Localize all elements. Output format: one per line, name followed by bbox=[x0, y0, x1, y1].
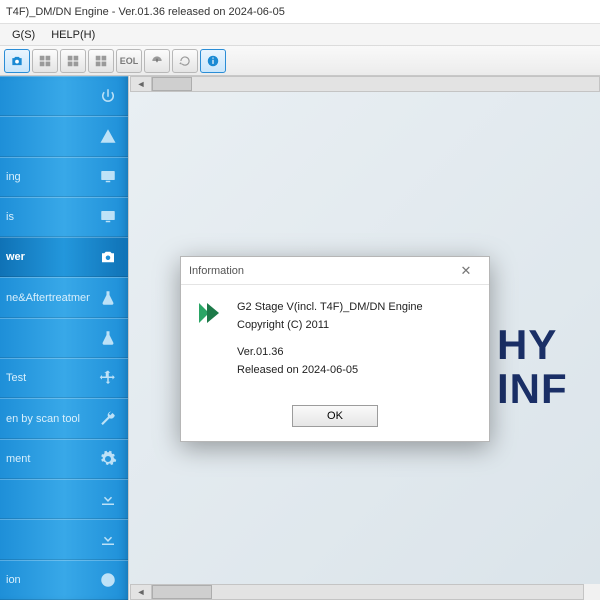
eol-label: EOL bbox=[120, 56, 139, 66]
ok-button[interactable]: OK bbox=[292, 405, 378, 427]
window-titlebar: T4F)_DM/DN Engine - Ver.01.36 released o… bbox=[0, 0, 600, 24]
dialog-copyright: Copyright (C) 2011 bbox=[237, 317, 423, 335]
flask-icon bbox=[98, 328, 118, 348]
menu-item-gs[interactable]: G(S) bbox=[4, 29, 43, 41]
sidebar-item-label: is bbox=[0, 211, 90, 223]
sidebar-item-0[interactable] bbox=[0, 76, 128, 116]
sidebar-item-11[interactable] bbox=[0, 519, 128, 559]
sidebar-item-12[interactable]: ion bbox=[0, 560, 128, 600]
dialog-titlebar[interactable]: Information ✕ bbox=[181, 257, 489, 285]
toolbar-gauge-button[interactable] bbox=[144, 49, 170, 73]
wrench-icon bbox=[98, 409, 118, 429]
dialog-released: Released on 2024-06-05 bbox=[237, 362, 423, 380]
gear-icon bbox=[98, 449, 118, 469]
scroll-left-arrow-icon[interactable]: ◄ bbox=[130, 584, 152, 600]
scroll-thumb[interactable] bbox=[152, 77, 192, 91]
cycle-icon bbox=[178, 54, 192, 68]
sidebar-item-label: wer bbox=[0, 251, 90, 263]
dialog-close-button[interactable]: ✕ bbox=[451, 261, 481, 281]
sidebar-item-1[interactable] bbox=[0, 116, 128, 156]
move-icon bbox=[98, 368, 118, 388]
toolbar-info-button[interactable] bbox=[200, 49, 226, 73]
sidebar-item-3[interactable]: is bbox=[0, 197, 128, 237]
app-logo-icon bbox=[195, 299, 223, 327]
sidebar-item-10[interactable] bbox=[0, 479, 128, 519]
flask-icon bbox=[98, 288, 118, 308]
grid-icon bbox=[94, 54, 108, 68]
toolbar-grid2-button[interactable] bbox=[60, 49, 86, 73]
scroll-thumb[interactable] bbox=[152, 585, 212, 599]
sidebar-item-label: ing bbox=[0, 171, 90, 183]
eol-icon bbox=[98, 570, 118, 590]
sidebar-item-label: ion bbox=[0, 574, 90, 586]
window-title: T4F)_DM/DN Engine - Ver.01.36 released o… bbox=[6, 6, 285, 18]
scroll-left-arrow-icon[interactable]: ◄ bbox=[130, 76, 152, 92]
information-dialog: Information ✕ G2 Stage V(incl. T4F)_DM/D… bbox=[180, 256, 490, 442]
camera-icon bbox=[98, 247, 118, 267]
sidebar-item-label: ne&Aftertreatment bbox=[0, 292, 90, 304]
menu-item-help[interactable]: HELP(H) bbox=[43, 29, 103, 41]
sidebar-item-label: Test bbox=[0, 372, 90, 384]
monitor-icon bbox=[98, 167, 118, 187]
camera-icon bbox=[10, 54, 24, 68]
toolbar-grid1-button[interactable] bbox=[32, 49, 58, 73]
toolbar-eol-button[interactable]: EOL bbox=[116, 49, 142, 73]
power-icon bbox=[98, 86, 118, 106]
sidebar: ing is wer ne&Aftertreatment Test en by … bbox=[0, 76, 128, 600]
dialog-body-text: G2 Stage V(incl. T4F)_DM/DN Engine Copyr… bbox=[237, 299, 423, 389]
info-icon bbox=[206, 54, 220, 68]
menubar: G(S) HELP(H) bbox=[0, 24, 600, 46]
sidebar-item-9[interactable]: ment bbox=[0, 439, 128, 479]
sidebar-item-7[interactable]: Test bbox=[0, 358, 128, 398]
brand-line-2: INF bbox=[497, 367, 568, 411]
sidebar-item-4[interactable]: wer bbox=[0, 237, 128, 277]
close-icon: ✕ bbox=[461, 263, 472, 279]
sidebar-item-2[interactable]: ing bbox=[0, 157, 128, 197]
dialog-version: Ver.01.36 bbox=[237, 344, 423, 362]
dialog-title: Information bbox=[189, 265, 244, 277]
dialog-product: G2 Stage V(incl. T4F)_DM/DN Engine bbox=[237, 299, 423, 317]
brand-text: HY INF bbox=[497, 323, 568, 411]
sidebar-item-5[interactable]: ne&Aftertreatment bbox=[0, 277, 128, 317]
sidebar-item-label: en by scan tool bbox=[0, 413, 90, 425]
grid-icon bbox=[38, 54, 52, 68]
sidebar-item-label: ment bbox=[0, 453, 90, 465]
toolbar-grid3-button[interactable] bbox=[88, 49, 114, 73]
gauge-icon bbox=[150, 54, 164, 68]
toolbar-cycle-button[interactable] bbox=[172, 49, 198, 73]
toolbar-camera-button[interactable] bbox=[4, 49, 30, 73]
bottom-scrollbar[interactable]: ◄ bbox=[151, 584, 584, 600]
download-icon bbox=[98, 529, 118, 549]
sidebar-item-6[interactable] bbox=[0, 318, 128, 358]
grid-icon bbox=[66, 54, 80, 68]
sidebar-item-8[interactable]: en by scan tool bbox=[0, 398, 128, 438]
download-icon bbox=[98, 489, 118, 509]
monitor-icon bbox=[98, 207, 118, 227]
toolbar: EOL bbox=[0, 46, 600, 76]
warning-icon bbox=[98, 126, 118, 146]
top-scrollbar[interactable]: ◄ bbox=[151, 76, 600, 92]
brand-line-1: HY bbox=[497, 323, 568, 367]
